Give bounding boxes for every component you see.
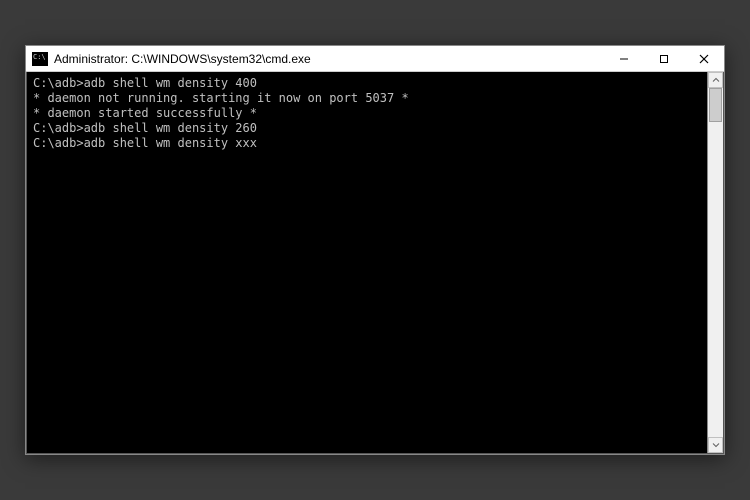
- chevron-up-icon: [712, 76, 720, 84]
- close-button[interactable]: [684, 46, 724, 71]
- window-controls: [604, 46, 724, 71]
- scrollbar[interactable]: [707, 72, 723, 453]
- console-line: C:\adb>adb shell wm density 260: [33, 121, 701, 136]
- maximize-button[interactable]: [644, 46, 684, 71]
- window-title: Administrator: C:\WINDOWS\system32\cmd.e…: [54, 52, 604, 66]
- scroll-thumb[interactable]: [709, 88, 722, 122]
- cmd-icon: [32, 52, 48, 66]
- console-line: C:\adb>adb shell wm density 400: [33, 76, 701, 91]
- minimize-button[interactable]: [604, 46, 644, 71]
- console-line: C:\adb>adb shell wm density xxx: [33, 136, 701, 151]
- console-wrapper: C:\adb>adb shell wm density 400* daemon …: [26, 72, 724, 454]
- cmd-window: Administrator: C:\WINDOWS\system32\cmd.e…: [25, 45, 725, 455]
- scroll-track[interactable]: [708, 88, 723, 437]
- console-output[interactable]: C:\adb>adb shell wm density 400* daemon …: [27, 72, 707, 453]
- minimize-icon: [619, 54, 629, 64]
- close-icon: [699, 54, 709, 64]
- titlebar[interactable]: Administrator: C:\WINDOWS\system32\cmd.e…: [26, 46, 724, 72]
- scroll-up-button[interactable]: [708, 72, 723, 88]
- maximize-icon: [659, 54, 669, 64]
- console-line: * daemon not running. starting it now on…: [33, 91, 701, 106]
- scroll-down-button[interactable]: [708, 437, 723, 453]
- console-line: * daemon started successfully *: [33, 106, 701, 121]
- chevron-down-icon: [712, 441, 720, 449]
